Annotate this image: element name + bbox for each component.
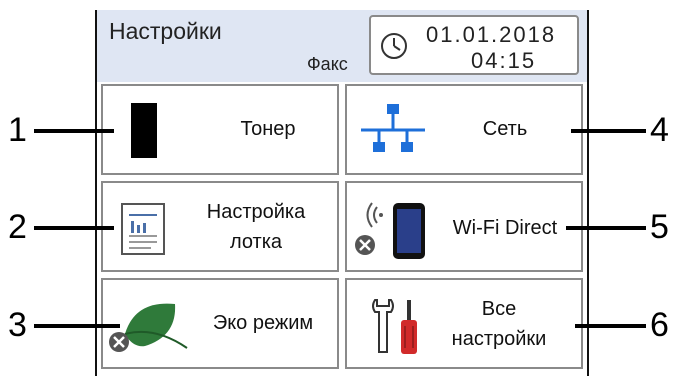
lcd-screen: Настройки Факс 01.01.2018 04:15 Тонер Се… [95, 10, 589, 376]
callout-line-4 [571, 129, 646, 133]
callout-number-2: 2 [8, 208, 27, 246]
callout-line-6 [575, 324, 646, 328]
wifi-direct-tile[interactable]: Wi-Fi Direct [345, 181, 583, 272]
tray-settings-label: Настройка лотка [206, 201, 306, 253]
callout-number-5: 5 [650, 208, 669, 246]
callout-number-3: 3 [8, 306, 27, 344]
callout-line-3 [34, 324, 120, 328]
network-tile[interactable]: Сеть [345, 84, 583, 175]
callout-line-1 [34, 129, 114, 133]
callout-line-5 [566, 226, 646, 230]
mode-label: Факс [307, 54, 348, 74]
header-bar: Настройки Факс 01.01.2018 04:15 [97, 10, 587, 82]
wifi-direct-label: Wi-Fi Direct [452, 217, 558, 239]
date-text: 01.01.2018 [426, 22, 557, 47]
tools-icon [372, 299, 417, 354]
wifi-direct-icon [355, 202, 425, 259]
callout-line-2 [34, 226, 114, 230]
eco-mode-label: Эко режим [212, 312, 314, 334]
tray-settings-tile[interactable]: Настройка лотка [101, 181, 339, 272]
menu-grid: Тонер Сеть Настройка лотка Wi-Fi Direct … [101, 84, 583, 373]
tray-document-icon [121, 203, 165, 255]
clock-icon [381, 33, 407, 59]
screen-title: Настройки [109, 18, 222, 44]
eco-mode-tile[interactable]: Эко режим [101, 278, 339, 369]
callout-number-6: 6 [650, 306, 669, 344]
date-time-button[interactable]: 01.01.2018 04:15 [369, 15, 579, 75]
network-label: Сеть [482, 118, 528, 140]
toner-label: Тонер [240, 118, 296, 140]
callout-number-1: 1 [8, 111, 27, 149]
callout-number-4: 4 [650, 111, 669, 149]
all-settings-tile[interactable]: Все настройки [345, 278, 583, 369]
toner-tile[interactable]: Тонер [101, 84, 339, 175]
network-icon [361, 104, 425, 152]
toner-icon [131, 103, 157, 158]
time-text: 04:15 [471, 48, 537, 73]
all-settings-label: Все настройки [451, 298, 547, 350]
